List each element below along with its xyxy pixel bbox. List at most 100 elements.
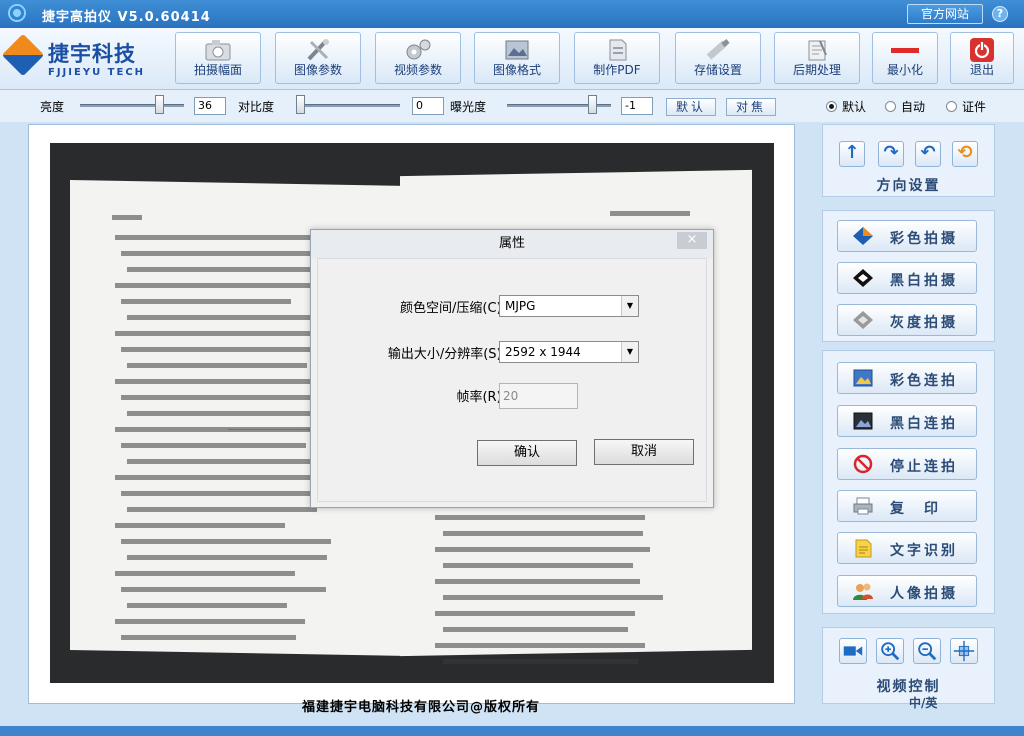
brightness-slider-thumb[interactable]: [155, 95, 164, 114]
book-text-line: [121, 395, 331, 400]
color-capture-button[interactable]: 彩色拍摄: [837, 220, 977, 252]
printer-icon: [853, 497, 873, 515]
toolbar-image-params-label: 图像参数: [293, 63, 342, 77]
direction-title: 方向设置: [876, 178, 941, 194]
video-camera-icon[interactable]: [839, 638, 867, 664]
zoom-out-icon[interactable]: [913, 638, 941, 664]
exposure-slider-thumb[interactable]: [588, 95, 597, 114]
chevron-down-icon[interactable]: ▼: [621, 342, 638, 362]
arrow-up-icon[interactable]: ↑: [839, 141, 865, 167]
book-text-line: [121, 635, 296, 640]
pdf-icon: [609, 39, 627, 61]
ocr-button[interactable]: 文字识别: [837, 532, 977, 564]
toolbar-storage-label: 存储设置: [693, 63, 742, 77]
language-toggle[interactable]: 中/英: [909, 694, 937, 711]
color-space-value: MJPG: [505, 299, 536, 313]
bw-photo-icon: [853, 412, 873, 430]
book-text-line: [443, 659, 638, 664]
toolbar-make-pdf-label: 制作PDF: [593, 63, 641, 77]
video-control-panel: 视频控制 中/英: [822, 627, 995, 710]
book-text-line: [127, 555, 327, 560]
toolbar-image-format-button[interactable]: 图像格式: [474, 32, 560, 84]
copy-button[interactable]: 复 印: [837, 490, 977, 522]
exposure-value[interactable]: -1: [621, 97, 653, 115]
toolbar: 捷宇科技 FJJIEYU TECH 拍摄幅面 图像参数 视频参数 图像格式 制作…: [0, 28, 1024, 90]
fit-screen-icon[interactable]: [950, 638, 978, 664]
gray-capture-label: 灰度拍摄: [890, 315, 958, 331]
power-icon: [970, 38, 994, 62]
stop-burst-label: 停止连拍: [890, 459, 958, 475]
contrast-slider-thumb[interactable]: [296, 95, 305, 114]
ocr-label: 文字识别: [890, 543, 958, 559]
app-gear-icon[interactable]: [8, 4, 26, 22]
bw-burst-label: 黑白连拍: [890, 416, 958, 432]
rotate-left-icon[interactable]: ↶: [915, 141, 941, 167]
book-text-line: [435, 547, 650, 552]
toolbar-minimize-label: 最小化: [886, 63, 923, 77]
book-text-line: [127, 507, 317, 512]
official-site-button[interactable]: 官方网站: [907, 4, 983, 24]
book-text-line: [121, 299, 291, 304]
company-logo: 捷宇科技 FJJIEYU TECH: [1, 33, 171, 82]
stop-burst-button[interactable]: 停止连拍: [837, 448, 977, 480]
dialog-title: 属性: [311, 230, 713, 258]
focus-button[interactable]: 对焦: [726, 98, 776, 116]
toolbar-image-params-button[interactable]: 图像参数: [275, 32, 361, 84]
gray-capture-icon: [853, 311, 873, 329]
dialog-close-icon[interactable]: ×: [677, 232, 707, 249]
contrast-slider[interactable]: [296, 104, 400, 107]
zoom-in-icon[interactable]: [876, 638, 904, 664]
toolbar-storage-button[interactable]: 存储设置: [675, 32, 761, 84]
rotate-right-icon[interactable]: ↷: [878, 141, 904, 167]
toolbar-post-process-label: 后期处理: [792, 63, 841, 77]
ok-button[interactable]: 确认: [477, 440, 577, 466]
mode-id-radio[interactable]: [946, 101, 957, 112]
book-text-line: [443, 595, 663, 600]
brightness-value[interactable]: 36: [194, 97, 226, 115]
mode-default-radio[interactable]: [826, 101, 837, 112]
mode-default-label: 默认: [842, 100, 867, 114]
refresh-icon[interactable]: ⟲: [952, 141, 978, 167]
status-bar: [0, 726, 1024, 736]
logo-name: 捷宇科技: [48, 42, 136, 66]
direction-panel: ↑ ↷ ↶ ⟲ 方向设置: [822, 124, 995, 197]
book-text-line: [443, 627, 628, 632]
mode-auto-radio[interactable]: [885, 101, 896, 112]
book-text-line: [115, 475, 330, 480]
toolbar-exit-button[interactable]: 退出: [950, 32, 1014, 84]
toolbar-capture-button[interactable]: 拍摄幅面: [175, 32, 261, 84]
document-icon: [855, 539, 872, 558]
mode-auto-label: 自动: [901, 100, 926, 114]
gears-icon: [406, 39, 431, 60]
contrast-value[interactable]: 0: [412, 97, 444, 115]
toolbar-video-params-label: 视频参数: [393, 63, 442, 77]
bw-capture-button[interactable]: 黑白拍摄: [837, 262, 977, 294]
chevron-down-icon[interactable]: ▼: [621, 296, 638, 316]
copyright-text: 福建捷宇电脑科技有限公司@版权所有: [302, 700, 541, 715]
adjustment-bar: 亮度 36 对比度 0 曝光度 -1 默认 对焦 默认 自动 证件: [0, 90, 1024, 122]
gray-capture-button[interactable]: 灰度拍摄: [837, 304, 977, 336]
dialog-body: 颜色空间/压缩(C): MJPG ▼ 输出大小/分辨率(S): 2592 x 1…: [317, 258, 707, 502]
book-text-line: [121, 443, 306, 448]
book-text-line: [127, 411, 322, 416]
toolbar-post-process-button[interactable]: 后期处理: [774, 32, 860, 84]
book-text-line: [127, 363, 307, 368]
default-button[interactable]: 默认: [666, 98, 716, 116]
book-text-line: [121, 491, 321, 496]
marker-line: [228, 429, 310, 430]
toolbar-make-pdf-button[interactable]: 制作PDF: [574, 32, 660, 84]
cancel-button[interactable]: 取消: [594, 439, 694, 465]
color-burst-button[interactable]: 彩色连拍: [837, 362, 977, 394]
color-space-select[interactable]: MJPG ▼: [499, 295, 639, 317]
color-burst-label: 彩色连拍: [890, 373, 958, 389]
toolbar-minimize-button[interactable]: 最小化: [872, 32, 938, 84]
resolution-select[interactable]: 2592 x 1944 ▼: [499, 341, 639, 363]
help-icon[interactable]: ?: [992, 6, 1008, 22]
toolbar-video-params-button[interactable]: 视频参数: [375, 32, 461, 84]
portrait-button[interactable]: 人像拍摄: [837, 575, 977, 607]
people-icon: [853, 583, 873, 600]
book-text-line: [115, 523, 285, 528]
book-text-line: [435, 515, 645, 520]
brightness-slider[interactable]: [80, 104, 184, 107]
bw-burst-button[interactable]: 黑白连拍: [837, 405, 977, 437]
